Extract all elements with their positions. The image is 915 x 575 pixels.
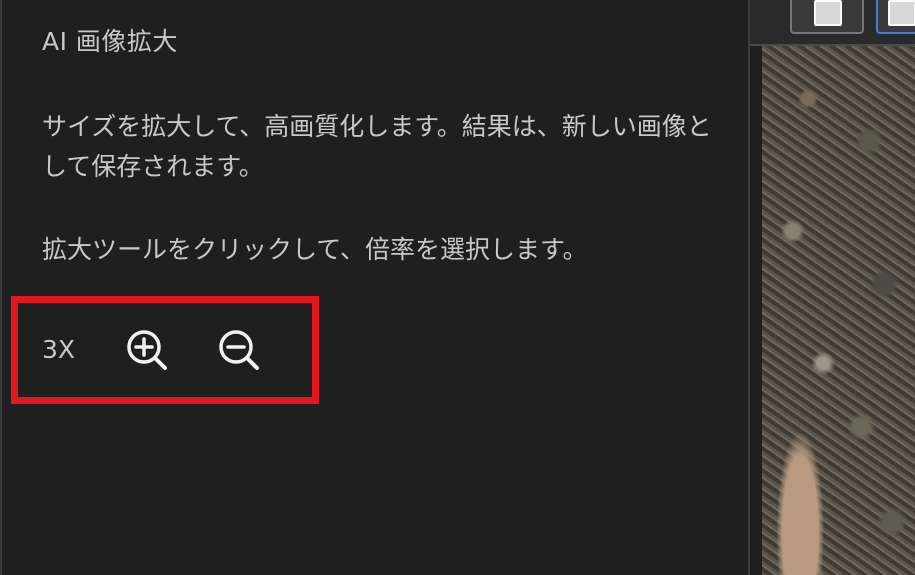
zoom-out-icon [219,330,259,370]
single-view-button[interactable] [790,0,864,34]
app-root: AI 画像拡大 サイズを拡大して、高画質化します。結果は、新しい画像として保存さ… [0,0,915,575]
compare-view-button[interactable] [876,0,915,34]
zoom-out-button[interactable] [216,326,264,374]
view-toolbar [750,0,915,46]
zoom-in-icon [127,330,167,370]
zoom-level-value: 3X [42,335,76,364]
compare-view-icon [888,0,915,26]
image-canvas[interactable] [762,46,915,575]
panel-description: サイズを拡大して、高画質化します。結果は、新しい画像として保存されます。 [42,112,712,181]
single-view-icon [814,0,842,26]
panel-title: AI 画像拡大 [42,27,178,56]
zoom-in-button[interactable] [124,326,172,374]
canvas-margin [750,46,762,575]
panel-instruction: 拡大ツールをクリックして、倍率を選択します。 [42,235,588,264]
ai-upscale-panel: AI 画像拡大 サイズを拡大して、高画質化します。結果は、新しい画像として保存さ… [0,0,748,575]
